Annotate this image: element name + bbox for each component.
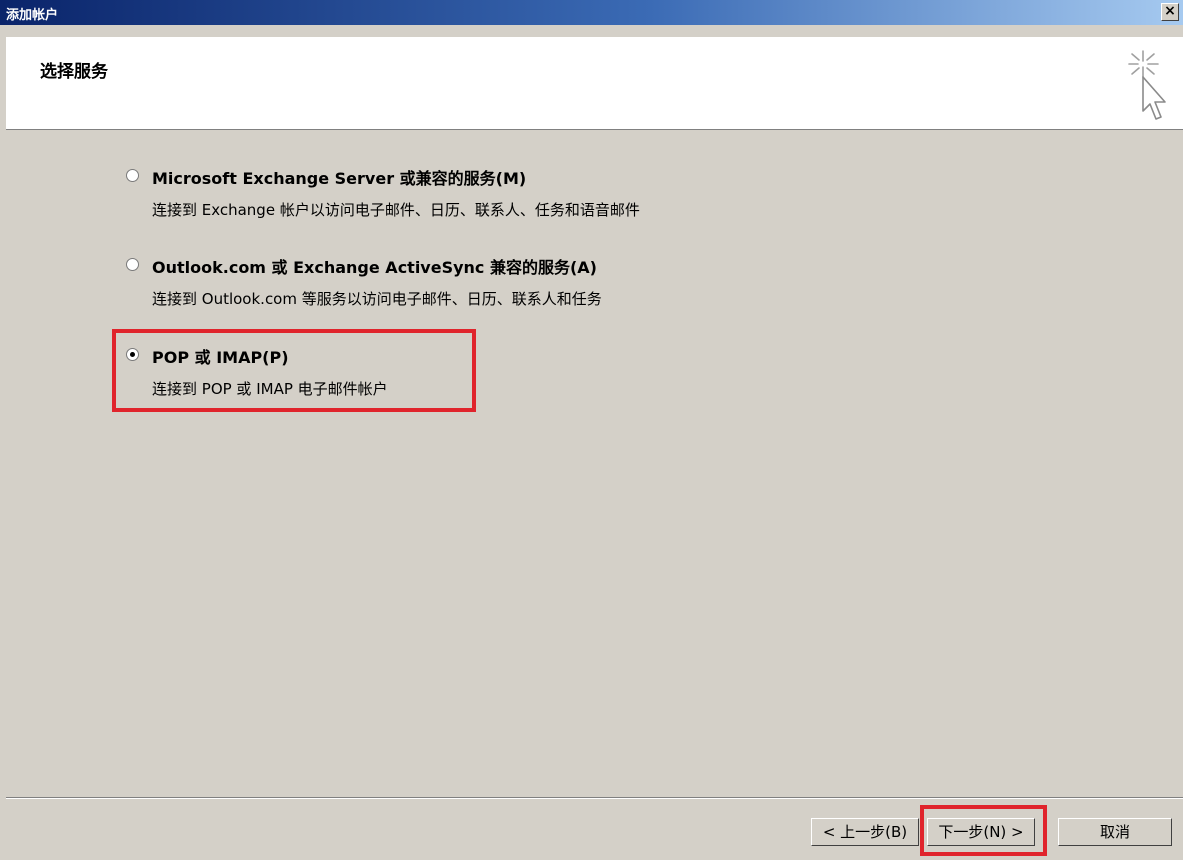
radio-pop-imap[interactable]: [126, 348, 139, 361]
wizard-cursor-icon: [1128, 50, 1166, 120]
cancel-button[interactable]: 取消: [1058, 818, 1172, 846]
add-account-dialog: 添加帐户 × 选择服务 Microsoft Exchange Server 或兼…: [0, 0, 1183, 860]
footer-divider: [6, 797, 1183, 799]
option-exchange-label[interactable]: Microsoft Exchange Server 或兼容的服务(M): [152, 165, 526, 189]
service-options: Microsoft Exchange Server 或兼容的服务(M) 连接到 …: [6, 131, 1183, 797]
highlight-box-next: [920, 805, 1047, 856]
close-icon: ×: [1164, 3, 1176, 19]
option-outlook-com-description: 连接到 Outlook.com 等服务以访问电子邮件、日历、联系人和任务: [152, 290, 602, 308]
option-outlook-com-label[interactable]: Outlook.com 或 Exchange ActiveSync 兼容的服务(…: [152, 254, 597, 278]
title-bar[interactable]: 添加帐户 ×: [0, 0, 1183, 25]
radio-selected-dot: [130, 352, 135, 357]
window-title: 添加帐户: [6, 8, 59, 23]
option-pop-imap-label[interactable]: POP 或 IMAP(P): [152, 344, 289, 368]
option-exchange-description: 连接到 Exchange 帐户以访问电子邮件、日历、联系人、任务和语音邮件: [152, 201, 640, 219]
wizard-header: 选择服务: [6, 37, 1183, 130]
option-pop-imap-description: 连接到 POP 或 IMAP 电子邮件帐户: [152, 380, 388, 398]
close-button[interactable]: ×: [1161, 3, 1179, 21]
highlight-box-pop-imap: [112, 329, 476, 412]
back-button[interactable]: < 上一步(B): [811, 818, 919, 846]
page-title: 选择服务: [40, 62, 108, 82]
radio-outlook-com[interactable]: [126, 258, 139, 271]
radio-exchange[interactable]: [126, 169, 139, 182]
